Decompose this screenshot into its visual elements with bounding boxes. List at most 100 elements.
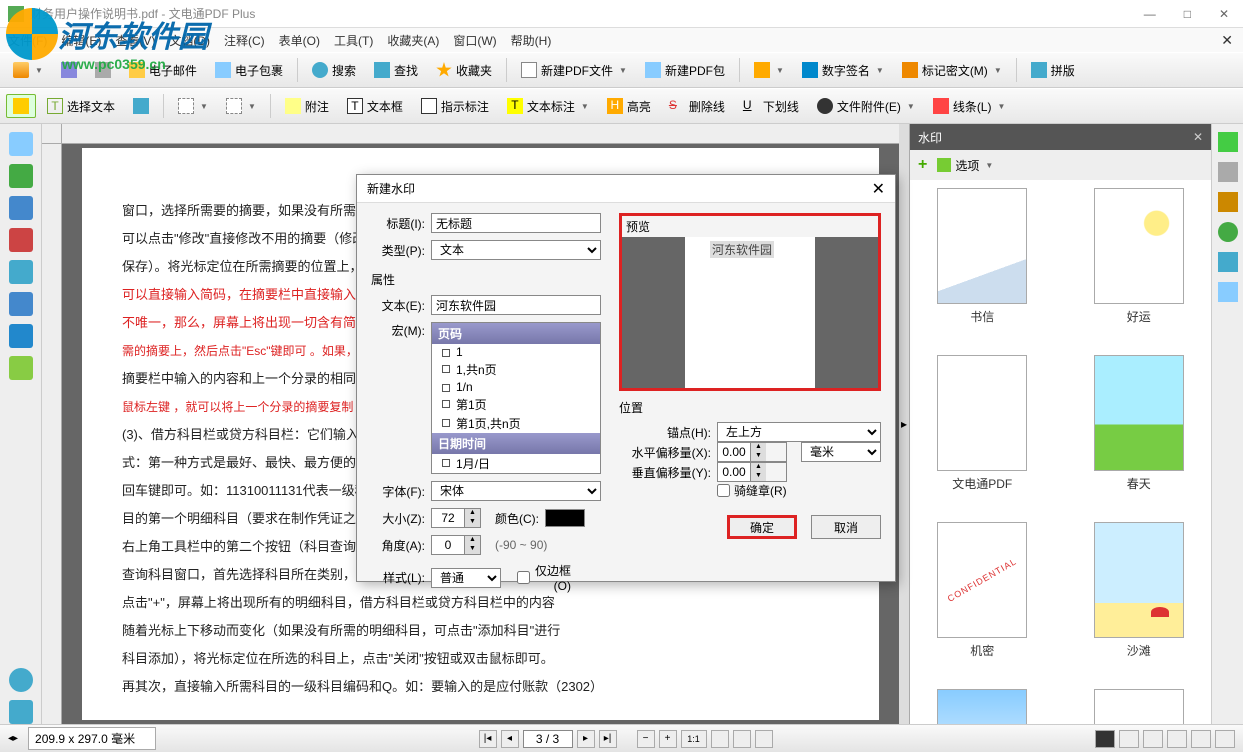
- angle-spinner[interactable]: ▲▼: [431, 535, 481, 555]
- menu-view[interactable]: 查看(V): [115, 32, 155, 49]
- new-pdf-package-button[interactable]: 新建PDF包: [638, 58, 732, 83]
- watermark-thumb[interactable]: 沙滩: [1075, 522, 1204, 659]
- attachments-panel-icon[interactable]: [9, 292, 33, 316]
- imposition-button[interactable]: 拼版: [1024, 58, 1082, 83]
- menu-document[interactable]: 文档(D): [169, 32, 210, 49]
- crop2-button[interactable]: ▼: [219, 94, 263, 118]
- watermark-thumb[interactable]: 漂浮: [1075, 689, 1204, 724]
- zoom-out-button[interactable]: −: [637, 730, 655, 748]
- panel-splitter[interactable]: ▸: [899, 124, 909, 724]
- watermark-thumb[interactable]: 文电通PDF: [918, 355, 1047, 492]
- check-icon[interactable]: [1218, 132, 1238, 152]
- pin-icon[interactable]: [1218, 222, 1238, 242]
- ok-button[interactable]: 确定: [727, 515, 797, 539]
- text-markup-button[interactable]: T文本标注▼: [500, 94, 596, 119]
- fit-page-button[interactable]: [711, 730, 729, 748]
- bookmark-icon[interactable]: [1218, 192, 1238, 212]
- text-input[interactable]: [431, 295, 601, 315]
- highlight-button[interactable]: H高亮: [600, 94, 658, 119]
- photo-icon[interactable]: [1218, 282, 1238, 302]
- prev-page-button[interactable]: ◂: [501, 730, 519, 748]
- book-view[interactable]: [1191, 730, 1211, 748]
- voffset-spinner[interactable]: ▲▼: [717, 462, 787, 482]
- book-continuous-view[interactable]: [1215, 730, 1235, 748]
- zoom-in-button[interactable]: +: [659, 730, 677, 748]
- lock-icon[interactable]: [1218, 162, 1238, 182]
- snapshot-button[interactable]: [126, 94, 156, 118]
- close-button[interactable]: ✕: [1213, 7, 1235, 21]
- watermark-thumb[interactable]: 好运: [1075, 188, 1204, 325]
- favorites-button[interactable]: 收藏夹: [429, 58, 499, 83]
- unit-select[interactable]: 毫米: [801, 442, 881, 462]
- image-icon[interactable]: [1218, 252, 1238, 272]
- redact-button[interactable]: 标记密文(M)▼: [895, 58, 1009, 83]
- package-button[interactable]: 电子包裹: [208, 58, 290, 83]
- watermark-thumb[interactable]: 春天: [1075, 355, 1204, 492]
- open-button[interactable]: ▼: [6, 58, 50, 82]
- menu-edit[interactable]: 编辑(E): [61, 32, 101, 49]
- saddle-checkbox-label[interactable]: 骑缝章(R): [717, 482, 809, 499]
- chat-panel-icon[interactable]: [9, 700, 33, 724]
- first-page-button[interactable]: |◂: [479, 730, 497, 748]
- font-select[interactable]: 宋体: [431, 481, 601, 501]
- new-pdf-button[interactable]: 新建PDF文件▼: [514, 58, 634, 83]
- save-button[interactable]: [54, 58, 84, 82]
- size-spinner[interactable]: ▲▼: [431, 508, 481, 528]
- bookmarks-panel-icon[interactable]: [9, 164, 33, 188]
- layers-panel-icon[interactable]: [9, 260, 33, 284]
- underline-button[interactable]: U下划线: [736, 94, 806, 119]
- cancel-button[interactable]: 取消: [811, 515, 881, 539]
- actual-size-button[interactable]: 1:1: [681, 730, 707, 748]
- minimize-button[interactable]: —: [1138, 7, 1162, 21]
- strikethrough-button[interactable]: S删除线: [662, 94, 732, 119]
- color-picker[interactable]: [545, 509, 585, 527]
- expand-handle[interactable]: ◂▸: [8, 733, 18, 744]
- watermark-thumb[interactable]: 书信: [918, 188, 1047, 325]
- last-page-button[interactable]: ▸|: [599, 730, 617, 748]
- continuous-view[interactable]: [1119, 730, 1139, 748]
- style-select[interactable]: 普通: [431, 568, 501, 588]
- fit-visible-button[interactable]: [755, 730, 773, 748]
- panel-options-button[interactable]: 选项▼: [937, 157, 993, 174]
- maximize-button[interactable]: □: [1178, 7, 1197, 21]
- search-panel-icon[interactable]: [9, 668, 33, 692]
- panel-close-button[interactable]: ✕: [1193, 130, 1203, 144]
- digital-sign-button[interactable]: 数字签名▼: [795, 58, 891, 83]
- find-button[interactable]: 查找: [367, 58, 425, 83]
- menu-comment[interactable]: 注释(C): [224, 32, 265, 49]
- email-button[interactable]: 电子邮件: [122, 58, 204, 83]
- anchor-select[interactable]: 左上方: [717, 422, 881, 442]
- dialog-close-button[interactable]: ✕: [872, 179, 885, 199]
- lock-button[interactable]: ▼: [747, 58, 791, 82]
- select-text-button[interactable]: T选择文本: [40, 94, 122, 119]
- lines-button[interactable]: 线条(L)▼: [926, 94, 1013, 119]
- macro-list[interactable]: 页码 1 1,共n页 1/n 第1页 第1页,共n页 日期时间 1月/日: [431, 322, 601, 474]
- callout-button[interactable]: 指示标注: [414, 94, 496, 119]
- close-tab-button[interactable]: ✕: [1221, 32, 1233, 49]
- title-input[interactable]: [431, 213, 601, 233]
- watermark-thumb[interactable]: 海天: [918, 689, 1047, 724]
- add-watermark-button[interactable]: +: [918, 156, 927, 174]
- signatures-panel-icon[interactable]: [9, 228, 33, 252]
- type-select[interactable]: 文本: [431, 240, 601, 260]
- watermark-thumb[interactable]: CONFIDENTIAL机密: [918, 522, 1047, 659]
- textbox-button[interactable]: T文本框: [340, 94, 410, 119]
- next-page-button[interactable]: ▸: [577, 730, 595, 748]
- note-button[interactable]: 附注: [278, 94, 336, 119]
- fit-width-button[interactable]: [733, 730, 751, 748]
- menu-file[interactable]: 文件(F): [8, 32, 47, 49]
- outline-checkbox[interactable]: [517, 571, 530, 584]
- pages-panel-icon[interactable]: [9, 132, 33, 156]
- crop-button[interactable]: ▼: [171, 94, 215, 118]
- hand-tool-button[interactable]: [6, 94, 36, 118]
- menu-window[interactable]: 窗口(W): [453, 32, 496, 49]
- outline-checkbox-label[interactable]: 仅边框(O): [517, 562, 571, 593]
- menu-form[interactable]: 表单(O): [279, 32, 320, 49]
- file-attachment-button[interactable]: 文件附件(E)▼: [810, 94, 922, 119]
- single-page-view[interactable]: [1095, 730, 1115, 748]
- print-button[interactable]: [88, 58, 118, 82]
- search-button[interactable]: 搜索: [305, 58, 363, 83]
- tags-panel-icon[interactable]: [9, 356, 33, 380]
- thumbnails-panel-icon[interactable]: [9, 324, 33, 348]
- hoffset-spinner[interactable]: ▲▼: [717, 442, 787, 462]
